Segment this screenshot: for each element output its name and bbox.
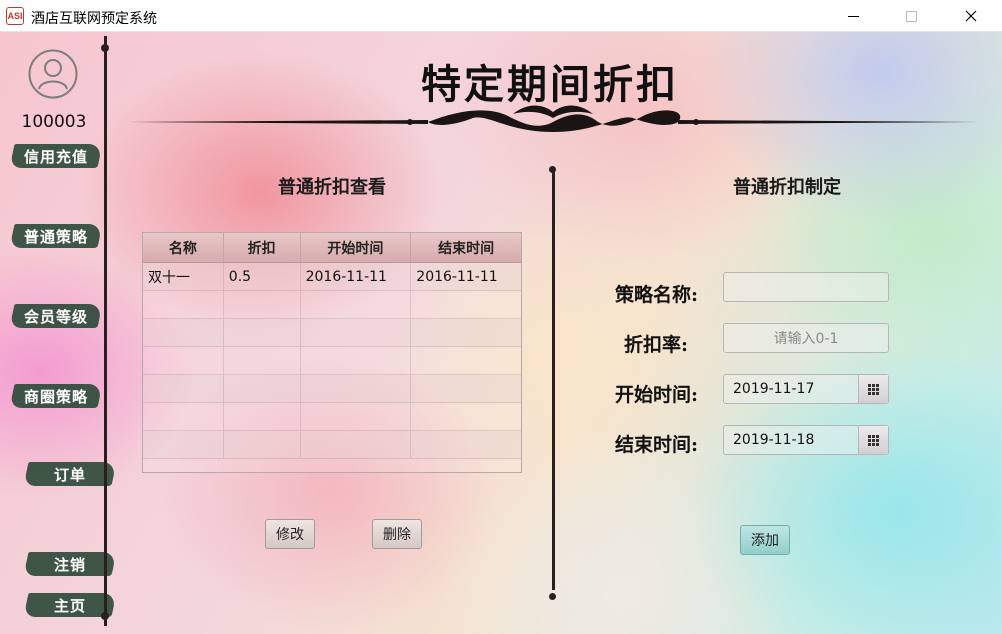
close-icon — [965, 10, 977, 22]
edit-button[interactable]: 修改 — [265, 519, 315, 549]
table-row-empty — [143, 375, 521, 403]
close-button[interactable] — [948, 0, 994, 32]
sidebar-item-label: 信用充值 — [23, 147, 88, 166]
sidebar-item-label: 订单 — [53, 465, 86, 484]
sidebar-item-label: 普通策略 — [23, 227, 88, 246]
divider-knob — [549, 593, 556, 600]
table-row-empty — [143, 319, 521, 347]
user-avatar-icon — [28, 49, 78, 99]
app-icon: ASI — [6, 7, 24, 25]
table-header: 名称 折扣 开始时间 结束时间 — [143, 233, 521, 263]
table-row[interactable]: 双十一 0.5 2016-11-11 2016-11-11 — [143, 263, 521, 291]
end-date-picker[interactable]: 2019-11-18 — [723, 425, 889, 455]
panel-divider — [552, 172, 555, 590]
sidebar-item-orders[interactable]: 订单 — [23, 462, 117, 486]
sidebar-item-business-district-strategy[interactable]: 商圈策略 — [9, 384, 103, 408]
calendar-icon — [868, 435, 879, 446]
divider-knob — [101, 44, 109, 52]
column-header-start-time[interactable]: 开始时间 — [301, 233, 412, 262]
table-cell: 0.5 — [224, 263, 301, 290]
sidebar-item-label: 商圈策略 — [23, 387, 88, 406]
start-date-picker[interactable]: 2019-11-17 — [723, 374, 889, 404]
strategy-name-label: 策略名称: — [614, 284, 698, 306]
window-titlebar: ASI 酒店互联网预定系统 — [0, 0, 1002, 32]
sidebar-item-label: 注销 — [53, 555, 86, 574]
minimize-icon — [847, 15, 859, 17]
sidebar-item-credit-recharge[interactable]: 信用充值 — [9, 144, 103, 168]
divider-knob — [549, 166, 556, 173]
column-header-discount[interactable]: 折扣 — [224, 233, 301, 262]
maximize-button[interactable] — [888, 0, 934, 32]
minimize-button[interactable] — [830, 0, 876, 32]
end-time-label: 结束时间: — [614, 434, 698, 456]
window-title: 酒店互联网预定系统 — [31, 11, 157, 27]
sidebar-item-logout[interactable]: 注销 — [23, 552, 117, 576]
table-row-empty — [143, 347, 521, 375]
sidebar-item-member-level[interactable]: 会员等级 — [9, 304, 103, 328]
table-row-empty — [143, 403, 521, 431]
add-button[interactable]: 添加 — [740, 525, 790, 555]
column-header-name[interactable]: 名称 — [143, 233, 224, 262]
table-cell: 2016-11-11 — [416, 268, 498, 285]
table-cell: 2016-11-11 — [301, 263, 412, 290]
title-ornament — [128, 105, 978, 132]
column-header-end-time[interactable]: 结束时间 — [411, 233, 521, 262]
sidebar-item-label: 会员等级 — [23, 307, 88, 326]
table-body: 双十一 0.5 2016-11-11 2016-11-11 — [143, 263, 521, 459]
end-date-value: 2019-11-18 — [733, 432, 815, 448]
discount-table: 名称 折扣 开始时间 结束时间 双十一 0.5 2016-11-11 2016-… — [142, 232, 522, 473]
table-row-empty — [143, 291, 521, 319]
discount-rate-input[interactable]: 请输入0-1 — [723, 323, 889, 353]
table-cell: 双十一 — [143, 263, 224, 290]
start-date-value: 2019-11-17 — [733, 381, 815, 397]
maximize-icon — [905, 10, 917, 22]
view-section-title: 普通折扣查看 — [278, 177, 386, 198]
calendar-icon — [868, 384, 879, 395]
divider-knob — [101, 612, 109, 620]
discount-rate-label: 折扣率: — [623, 334, 688, 356]
start-date-calendar-button[interactable] — [858, 375, 888, 403]
user-id: 100003 — [21, 112, 87, 132]
start-time-label: 开始时间: — [614, 384, 698, 406]
sidebar-item-normal-strategy[interactable]: 普通策略 — [9, 224, 103, 248]
create-section-title: 普通折扣制定 — [733, 177, 841, 198]
sidebar-item-label: 主页 — [53, 596, 86, 615]
table-row-empty — [143, 431, 521, 459]
strategy-name-input[interactable] — [723, 272, 889, 302]
delete-button[interactable]: 删除 — [372, 519, 422, 549]
sidebar-divider — [104, 36, 107, 626]
end-date-calendar-button[interactable] — [858, 426, 888, 454]
